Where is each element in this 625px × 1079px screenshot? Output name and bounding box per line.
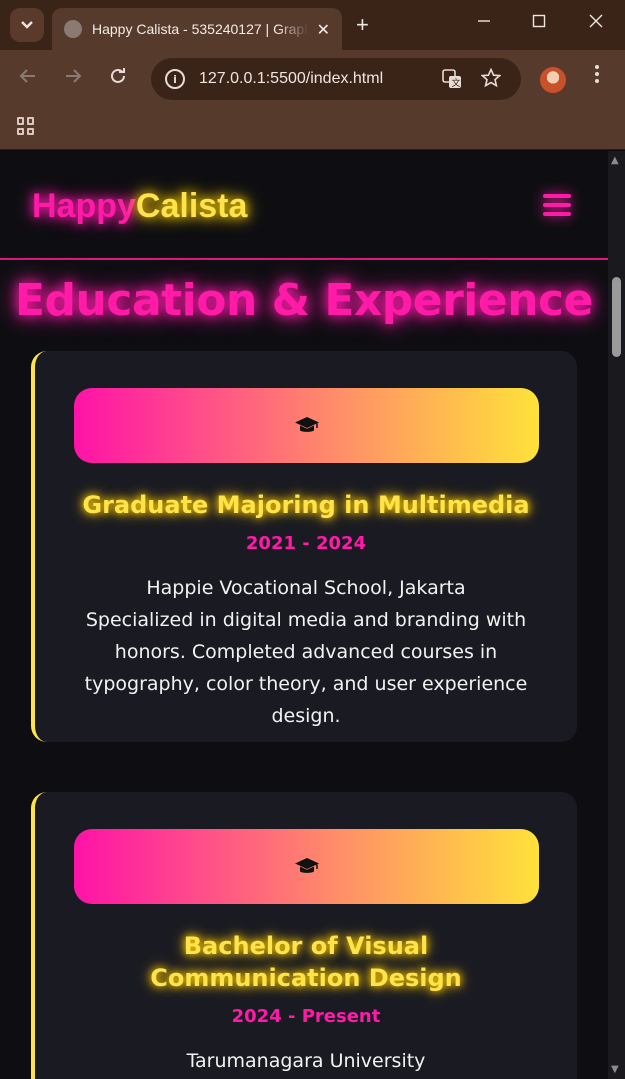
translate-icon[interactable]: 文 [441,68,463,95]
window-close-button[interactable] [589,14,603,33]
tab-close-button[interactable]: ✕ [317,20,330,39]
arrow-left-icon [19,69,35,83]
card-description: Tarumanagara University [35,1045,577,1077]
more-vertical-icon [595,65,599,83]
graduation-cap-icon [294,857,319,873]
profile-avatar[interactable] [540,67,566,93]
menu-hamburger-icon[interactable] [543,194,571,216]
page-scrollbar[interactable]: ▲ ▼ [608,151,625,1079]
card-period: 2021 - 2024 [245,533,367,554]
chevron-down-icon [21,21,33,29]
apps-grid-icon[interactable] [17,117,35,135]
back-button[interactable] [18,66,38,92]
reload-button[interactable] [108,66,128,92]
logo-part-2: Calista [135,187,248,225]
scroll-thumb[interactable] [612,277,621,357]
svg-text:文: 文 [452,77,461,89]
forward-button[interactable] [63,66,83,92]
card-institution: Happie Vocational School, Jakarta [146,577,466,599]
address-bar[interactable]: i 127.0.0.1:5500/index.html 文 [151,58,521,100]
card-banner [74,388,539,463]
globe-icon [64,20,82,38]
logo-part-1: Happy [32,187,136,225]
tab-title: Happy Calista - 535240127 | Graphic Desi… [92,21,309,37]
browser-menu-button[interactable] [594,64,600,89]
site-info-icon[interactable]: i [165,69,185,89]
scroll-up-arrow-icon[interactable]: ▲ [611,155,619,166]
url-text[interactable]: 127.0.0.1:5500/index.html [199,70,383,88]
bookmark-star-icon[interactable] [480,67,502,93]
page-viewport: HappyCalista Education & Experience Grad… [0,151,608,1079]
scroll-down-arrow-icon[interactable]: ▼ [611,1064,619,1075]
card-title: Graduate Majoring in Multimedia [82,491,530,519]
education-card: Graduate Majoring in Multimedia 2021 - 2… [31,351,577,742]
browser-toolbar: i 127.0.0.1:5500/index.html 文 [0,50,625,108]
site-header: HappyCalista [0,151,608,260]
close-icon [589,14,603,28]
browser-tab[interactable]: Happy Calista - 535240127 | Graphic Desi… [52,8,342,50]
card-period: 2024 - Present [231,1006,381,1027]
maximize-icon [532,14,546,28]
arrow-right-icon [66,69,82,83]
card-banner [74,829,539,904]
bookmarks-bar [0,108,625,150]
maximize-button[interactable] [532,14,546,33]
site-logo[interactable]: HappyCalista [32,187,247,226]
section-title: Education & Experience [15,275,593,326]
card-description: Happie Vocational School, Jakarta Specia… [35,572,577,732]
new-tab-button[interactable]: + [356,12,369,38]
minimize-button[interactable] [477,14,491,33]
tab-strip: Happy Calista - 535240127 | Graphic Desi… [0,0,625,50]
education-card: Bachelor of Visual Communication Design … [31,792,577,1079]
minimize-icon [478,20,490,22]
graduation-cap-icon [294,416,319,432]
tab-search-button[interactable] [10,8,44,42]
card-title: Bachelor of Visual Communication Design [150,932,462,992]
card-details: Specialized in digital media and brandin… [84,609,528,727]
reload-icon [111,68,125,83]
card-institution: Tarumanagara University [186,1050,426,1072]
